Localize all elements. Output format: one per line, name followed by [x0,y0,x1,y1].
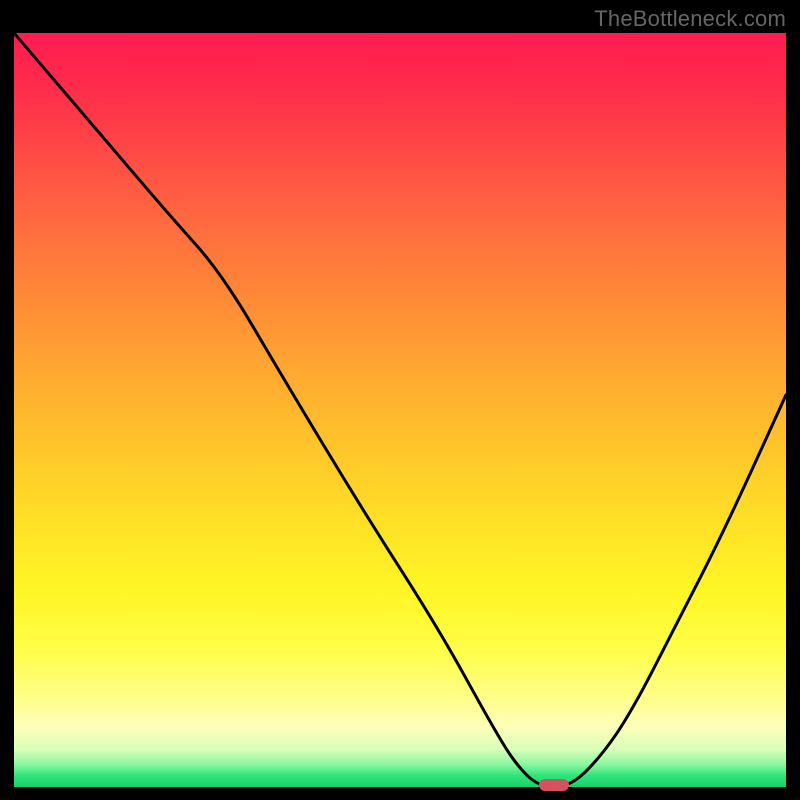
chart-frame: TheBottleneck.com [0,0,800,800]
curve-svg [14,33,786,787]
optimal-marker [539,779,569,791]
watermark-text: TheBottleneck.com [594,6,786,32]
bottleneck-curve [14,33,786,787]
plot-area [14,33,786,787]
